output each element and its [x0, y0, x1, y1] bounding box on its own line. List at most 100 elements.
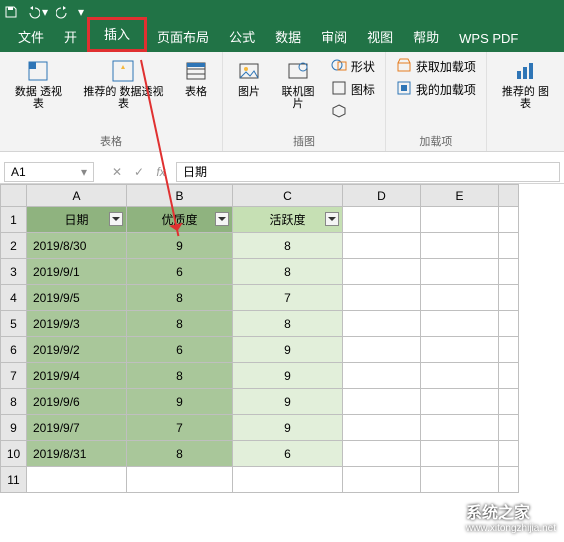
cell-F10[interactable]	[499, 441, 519, 467]
cell-C8[interactable]: 9	[233, 389, 343, 415]
row-header-7[interactable]: 7	[1, 363, 27, 389]
col-header-C[interactable]: C	[233, 185, 343, 207]
cell-D2[interactable]	[343, 233, 421, 259]
undo-button[interactable]: ▾	[26, 5, 48, 19]
cell-F4[interactable]	[499, 285, 519, 311]
select-all-corner[interactable]	[1, 185, 27, 207]
cell-B3[interactable]: 6	[127, 259, 233, 285]
cell-E7[interactable]	[421, 363, 499, 389]
cell-C11[interactable]	[233, 467, 343, 493]
tab-data[interactable]: 数据	[265, 21, 311, 52]
cell-B11[interactable]	[127, 467, 233, 493]
cell-B10[interactable]: 8	[127, 441, 233, 467]
cell-E9[interactable]	[421, 415, 499, 441]
cell-F8[interactable]	[499, 389, 519, 415]
fx-button[interactable]: fx	[150, 165, 172, 179]
cell-D5[interactable]	[343, 311, 421, 337]
tab-file[interactable]: 文件	[8, 21, 54, 52]
cell-D6[interactable]	[343, 337, 421, 363]
cell-F5[interactable]	[499, 311, 519, 337]
cell-F1[interactable]	[499, 207, 519, 233]
row-header-3[interactable]: 3	[1, 259, 27, 285]
grid[interactable]: A B C D E 1 日期 优质度 活跃度 22019/8/309832019…	[0, 184, 519, 493]
recommended-pivot-button[interactable]: 推荐的 数据透视表	[75, 56, 172, 112]
row-header-4[interactable]: 4	[1, 285, 27, 311]
cell-B1[interactable]: 优质度	[127, 207, 233, 233]
cell-C4[interactable]: 7	[233, 285, 343, 311]
row-header-5[interactable]: 5	[1, 311, 27, 337]
cell-F2[interactable]	[499, 233, 519, 259]
cell-C2[interactable]: 8	[233, 233, 343, 259]
cell-D4[interactable]	[343, 285, 421, 311]
customize-qat[interactable]: ▾	[78, 5, 84, 19]
cell-B5[interactable]: 8	[127, 311, 233, 337]
cell-D11[interactable]	[343, 467, 421, 493]
row-header-6[interactable]: 6	[1, 337, 27, 363]
tab-insert[interactable]: 插入	[87, 17, 147, 52]
cell-A7[interactable]: 2019/9/4	[27, 363, 127, 389]
cell-E2[interactable]	[421, 233, 499, 259]
col-header-A[interactable]: A	[27, 185, 127, 207]
cell-D9[interactable]	[343, 415, 421, 441]
filter-dropdown[interactable]	[325, 212, 339, 226]
cell-C9[interactable]: 9	[233, 415, 343, 441]
cell-B7[interactable]: 8	[127, 363, 233, 389]
cell-F9[interactable]	[499, 415, 519, 441]
cell-E5[interactable]	[421, 311, 499, 337]
shapes-button[interactable]: 形状	[327, 56, 379, 77]
cell-E4[interactable]	[421, 285, 499, 311]
online-picture-button[interactable]: 联机图片	[273, 56, 323, 123]
cell-E1[interactable]	[421, 207, 499, 233]
tab-formulas[interactable]: 公式	[219, 21, 265, 52]
enter-formula-button[interactable]: ✓	[128, 165, 150, 179]
cell-F6[interactable]	[499, 337, 519, 363]
picture-button[interactable]: 图片	[229, 56, 269, 123]
cell-D1[interactable]	[343, 207, 421, 233]
cell-A2[interactable]: 2019/8/30	[27, 233, 127, 259]
cell-D10[interactable]	[343, 441, 421, 467]
row-header-10[interactable]: 10	[1, 441, 27, 467]
cancel-formula-button[interactable]: ✕	[106, 165, 128, 179]
cell-A3[interactable]: 2019/9/1	[27, 259, 127, 285]
cell-A6[interactable]: 2019/9/2	[27, 337, 127, 363]
col-header-F[interactable]	[499, 185, 519, 207]
row-header-11[interactable]: 11	[1, 467, 27, 493]
get-addins-button[interactable]: 获取加载项	[392, 56, 480, 77]
cell-A5[interactable]: 2019/9/3	[27, 311, 127, 337]
cell-E3[interactable]	[421, 259, 499, 285]
tab-home[interactable]: 开	[54, 21, 87, 52]
table-button[interactable]: 表格	[176, 56, 216, 112]
cell-C10[interactable]: 6	[233, 441, 343, 467]
tab-view[interactable]: 视图	[357, 21, 403, 52]
filter-dropdown[interactable]	[109, 212, 123, 226]
cell-D8[interactable]	[343, 389, 421, 415]
save-button[interactable]	[4, 5, 18, 19]
cell-B2[interactable]: 9	[127, 233, 233, 259]
formula-input[interactable]: 日期	[176, 162, 560, 182]
tab-wps-pdf[interactable]: WPS PDF	[449, 25, 528, 52]
cell-E10[interactable]	[421, 441, 499, 467]
cell-A1[interactable]: 日期	[27, 207, 127, 233]
icons-button[interactable]: 图标	[327, 79, 379, 100]
row-header-9[interactable]: 9	[1, 415, 27, 441]
tab-layout[interactable]: 页面布局	[147, 21, 219, 52]
name-box[interactable]: A1 ▾	[4, 162, 94, 182]
cell-B4[interactable]: 8	[127, 285, 233, 311]
cell-A8[interactable]: 2019/9/6	[27, 389, 127, 415]
cell-D7[interactable]	[343, 363, 421, 389]
cell-B9[interactable]: 7	[127, 415, 233, 441]
pivot-table-button[interactable]: 数据 透视表	[6, 56, 71, 112]
cell-B8[interactable]: 9	[127, 389, 233, 415]
cell-C6[interactable]: 9	[233, 337, 343, 363]
col-header-D[interactable]: D	[343, 185, 421, 207]
cell-A11[interactable]	[27, 467, 127, 493]
tab-review[interactable]: 审阅	[311, 21, 357, 52]
cell-A4[interactable]: 2019/9/5	[27, 285, 127, 311]
cell-C3[interactable]: 8	[233, 259, 343, 285]
col-header-B[interactable]: B	[127, 185, 233, 207]
redo-button[interactable]	[56, 5, 70, 19]
cell-E6[interactable]	[421, 337, 499, 363]
filter-dropdown[interactable]	[215, 212, 229, 226]
cell-C1[interactable]: 活跃度	[233, 207, 343, 233]
row-header-8[interactable]: 8	[1, 389, 27, 415]
